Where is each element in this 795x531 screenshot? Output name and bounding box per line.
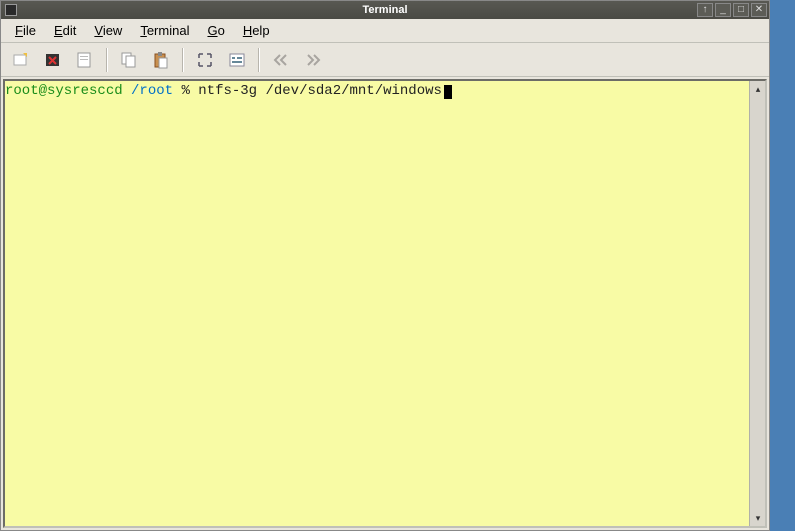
menu-terminal-rest: erminal [147,23,190,38]
cursor [444,85,452,99]
terminal-window: Terminal ↑ _ □ ✕ File Edit View Terminal… [0,0,770,531]
menu-view-rest: iew [103,23,123,38]
menu-go-rest: o [218,23,225,38]
scroll-down-button[interactable]: ▾ [751,511,765,525]
shade-button[interactable]: ↑ [697,3,713,17]
menu-file-rest: ile [23,23,36,38]
paste-icon [151,50,171,70]
minimize-button[interactable]: _ [715,3,731,17]
chevron-left-icon [271,50,291,70]
preferences-button[interactable] [223,47,251,73]
menu-edit-rest: dit [63,23,77,38]
app-icon [5,4,17,16]
toolbar-separator [182,48,184,72]
new-window-button[interactable] [71,47,99,73]
window-title: Terminal [362,4,407,16]
new-tab-button[interactable] [7,47,35,73]
next-tab-button[interactable] [299,47,327,73]
close-tab-button[interactable] [39,47,67,73]
close-button[interactable]: ✕ [751,3,767,17]
fullscreen-icon [195,50,215,70]
terminal-content[interactable]: root@sysresccd /root % ntfs-3g /dev/sda2… [5,81,749,526]
prev-tab-button[interactable] [267,47,295,73]
menu-view[interactable]: View [86,21,130,40]
new-window-icon [75,50,95,70]
command-text: ntfs-3g /dev/sda2/mnt/windows [198,83,442,99]
prompt-path: /root [131,83,173,99]
prompt-user-host: root@sysresccd [5,83,123,99]
paste-button[interactable] [147,47,175,73]
menu-terminal[interactable]: Terminal [132,21,197,40]
menu-file[interactable]: File [7,21,44,40]
menubar: File Edit View Terminal Go Help [1,19,769,43]
titlebar[interactable]: Terminal ↑ _ □ ✕ [1,1,769,19]
menu-help-rest: elp [252,23,269,38]
maximize-button[interactable]: □ [733,3,749,17]
window-controls: ↑ _ □ ✕ [697,3,767,17]
toolbar-separator [106,48,108,72]
scroll-up-button[interactable]: ▴ [751,82,765,96]
menu-help[interactable]: Help [235,21,278,40]
terminal-area[interactable]: root@sysresccd /root % ntfs-3g /dev/sda2… [3,79,767,528]
toolbar [1,43,769,77]
copy-button[interactable] [115,47,143,73]
fullscreen-button[interactable] [191,47,219,73]
preferences-icon [227,50,247,70]
close-tab-icon [43,50,63,70]
menu-edit[interactable]: Edit [46,21,84,40]
toolbar-separator [258,48,260,72]
new-tab-icon [11,50,31,70]
chevron-right-icon [303,50,323,70]
copy-icon [119,50,139,70]
scrollbar[interactable]: ▴ ▾ [749,81,765,526]
menu-go[interactable]: Go [199,21,232,40]
prompt-symbol: % [181,83,189,99]
